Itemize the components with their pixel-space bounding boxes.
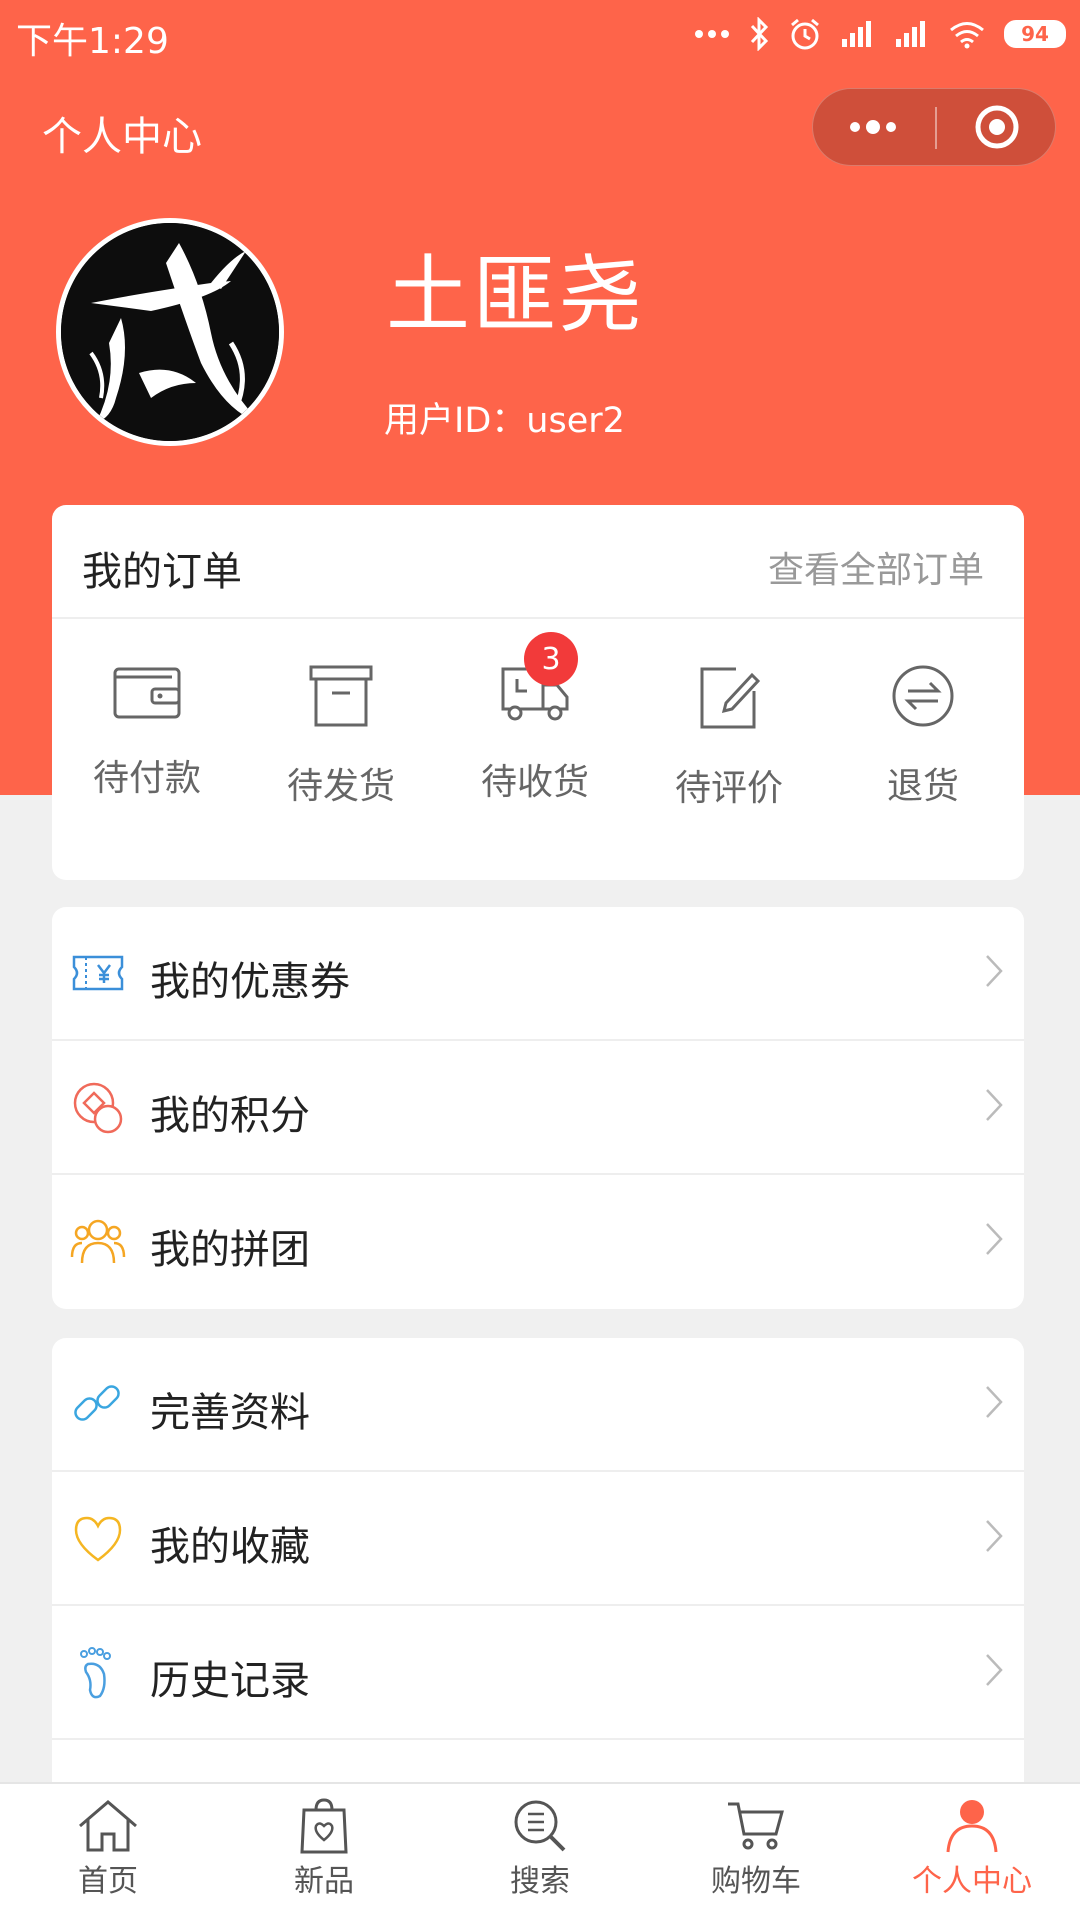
order-status-pending-receipt[interactable]: 待收货 [460, 663, 610, 805]
menu-item-label: 历史记录 [150, 1658, 310, 1704]
menu-item-label: 我的优惠券 [150, 959, 350, 1005]
pending-receipt-badge: 3 [524, 632, 578, 686]
footprint-icon [80, 1647, 111, 1699]
wifi-icon [950, 22, 984, 49]
status-bar: 下午1:29 94 [0, 0, 1080, 70]
order-status-label: 待收货 [480, 762, 589, 803]
home-icon [79, 1800, 137, 1852]
avatar[interactable] [56, 218, 284, 446]
tab-label: 搜索 [510, 1864, 570, 1899]
miniprogram-capsule [812, 88, 1056, 166]
order-status-label: 待评价 [674, 768, 783, 809]
more-dots-icon [850, 120, 896, 134]
shopping-bag-icon [300, 1798, 348, 1854]
signal-icon [896, 21, 925, 47]
tab-label: 购物车 [711, 1864, 801, 1899]
menu-item-points[interactable]: 我的积分 [52, 1041, 1024, 1175]
link-icon [74, 1385, 120, 1421]
order-status-label: 待发货 [286, 766, 395, 807]
menu-item-complete-profile[interactable]: 完善资料 [52, 1338, 1024, 1472]
chevron-right-icon [986, 1223, 1003, 1255]
heart-icon [74, 1516, 122, 1562]
edit-icon [700, 667, 761, 729]
calligraphy-avatar-image [61, 223, 279, 441]
orders-title: 我的订单 [82, 549, 242, 595]
battery-level: 94 [1021, 22, 1049, 46]
menu-item-coupons[interactable]: 我的优惠券 [52, 907, 1024, 1041]
orders-header: 我的订单 查看全部订单 [52, 505, 1024, 619]
view-all-orders-link[interactable]: 查看全部订单 [768, 541, 984, 593]
orders-card: 我的订单 查看全部订单 待付款 待发货 待收货 待评价 退货 [52, 505, 1024, 880]
menu-item-label: 完善资料 [150, 1390, 310, 1436]
group-icon [70, 1219, 126, 1264]
order-status-label: 退货 [886, 766, 959, 807]
coupon-icon [72, 955, 124, 991]
target-close-icon [975, 105, 1019, 149]
order-status-returns[interactable]: 退货 [848, 663, 998, 809]
search-icon [514, 1800, 566, 1852]
wallet-icon [113, 667, 181, 719]
tab-cart[interactable]: 购物车 [648, 1784, 864, 1922]
tab-home[interactable]: 首页 [0, 1784, 216, 1922]
order-status-pending-shipment[interactable]: 待发货 [266, 663, 416, 809]
chevron-right-icon [986, 1386, 1003, 1418]
battery-indicator: 94 [1004, 20, 1066, 48]
status-time: 下午1:29 [16, 21, 169, 62]
tab-new-products[interactable]: 新品 [216, 1784, 432, 1922]
close-miniprogram-button[interactable] [937, 89, 1057, 165]
user-id: 用户ID：user2 [384, 401, 625, 441]
profile-icon [946, 1800, 998, 1853]
user-name: 土匪尧 [386, 246, 645, 344]
menu-item-group-buy[interactable]: 我的拼团 [52, 1175, 1024, 1307]
menu-item-label: 我的积分 [150, 1093, 310, 1139]
chevron-right-icon [986, 955, 1003, 987]
tab-label: 首页 [78, 1864, 138, 1899]
menu-item-label: 我的拼团 [150, 1227, 310, 1273]
cart-icon [728, 1802, 784, 1850]
page-title: 个人中心 [42, 114, 202, 160]
box-icon [309, 665, 373, 727]
order-status-pending-payment[interactable]: 待付款 [72, 663, 222, 801]
bluetooth-icon [750, 17, 769, 51]
more-menu-button[interactable] [813, 89, 933, 165]
menu-item-favorites[interactable]: 我的收藏 [52, 1472, 1024, 1606]
tab-label: 个人中心 [912, 1864, 1032, 1899]
menu-item-history[interactable]: 历史记录 [52, 1606, 1024, 1740]
chevron-right-icon [986, 1089, 1003, 1121]
tab-label: 新品 [294, 1864, 354, 1899]
menu-item-label: 我的收藏 [150, 1524, 310, 1570]
bottom-tab-bar: 首页 新品 搜索 购物车 个人中心 [0, 1782, 1080, 1922]
alarm-icon [791, 18, 819, 50]
return-icon [892, 665, 954, 727]
menu-group-profile: 完善资料 我的收藏 历史记录 [52, 1338, 1024, 1798]
order-status-label: 待付款 [92, 758, 201, 799]
more-dots-icon [695, 30, 729, 38]
chevron-right-icon [986, 1654, 1003, 1686]
menu-group-assets: 我的优惠券 我的积分 我的拼团 [52, 907, 1024, 1309]
tab-search[interactable]: 搜索 [432, 1784, 648, 1922]
signal-icon [842, 21, 871, 47]
chevron-right-icon [986, 1520, 1003, 1552]
tab-profile[interactable]: 个人中心 [864, 1784, 1080, 1922]
status-icons: 94 [694, 14, 1066, 54]
order-status-pending-review[interactable]: 待评价 [654, 663, 804, 811]
points-icon [73, 1082, 123, 1134]
